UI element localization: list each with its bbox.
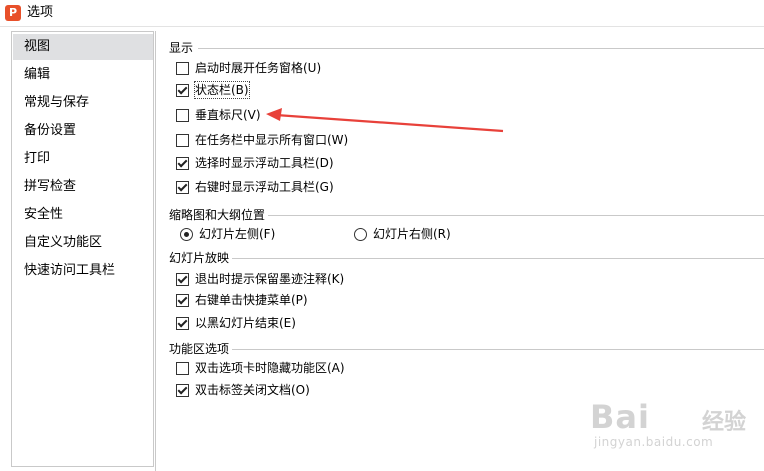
section-title-display: 显示 [169, 41, 194, 55]
sidebar-item-backup[interactable]: 备份设置 [13, 118, 153, 144]
option-label: 双击选项卡时隐藏功能区(A) [195, 361, 345, 375]
option-label: 启动时展开任务窗格(U) [195, 61, 322, 75]
sidebar-item-edit[interactable]: 编辑 [13, 62, 153, 88]
sidebar-item-customize-ribbon[interactable]: 自定义功能区 [13, 230, 153, 256]
title-bar: P 选项 [0, 0, 764, 27]
checkbox-hide-ribbon-double-click[interactable] [176, 362, 189, 375]
option-label: 在任务栏中显示所有窗口(W) [195, 133, 349, 147]
checkbox-floating-toolbar-rightclick[interactable] [176, 181, 189, 194]
checkbox-expand-task-pane[interactable] [176, 62, 189, 75]
section-title-ribbon: 功能区选项 [169, 342, 230, 356]
sidebar-item-spellcheck[interactable]: 拼写检查 [13, 174, 153, 200]
watermark-logo: Bai [590, 398, 650, 436]
baidu-jingyan-watermark: Bai 经验 jingyan.baidu.com [590, 398, 762, 458]
sidebar-item-quick-access-toolbar[interactable]: 快速访问工具栏 [13, 258, 153, 284]
radio-slide-right[interactable] [354, 228, 367, 241]
option-label: 右键时显示浮动工具栏(G) [195, 180, 334, 194]
option-label: 选择时显示浮动工具栏(D) [195, 156, 334, 170]
option-label: 以黑幻灯片结束(E) [195, 316, 296, 330]
option-label: 幻灯片左侧(F) [199, 227, 276, 241]
option-label: 幻灯片右侧(R) [373, 227, 451, 241]
checkbox-vertical-ruler[interactable] [176, 109, 189, 122]
option-label: 双击标签关闭文档(O) [195, 383, 310, 397]
option-label: 垂直标尺(V) [195, 108, 261, 122]
sidebar-item-print[interactable]: 打印 [13, 146, 153, 172]
options-sidebar: 视图 编辑 常规与保存 备份设置 打印 拼写检查 安全性 自定义功能区 快速访问… [11, 31, 154, 467]
option-label: 右键单击快捷菜单(P) [195, 293, 308, 307]
app-logo-icon: P [5, 5, 21, 21]
radio-slide-left[interactable] [180, 228, 193, 241]
checkbox-status-bar[interactable] [176, 84, 189, 97]
section-divider [268, 215, 764, 216]
checkbox-end-black-slide[interactable] [176, 317, 189, 330]
watermark-url: jingyan.baidu.com [594, 435, 714, 449]
section-title-slideshow: 幻灯片放映 [169, 251, 230, 265]
watermark-brand: 经验 [702, 410, 747, 435]
sidebar-item-view[interactable]: 视图 [13, 34, 153, 60]
checkbox-right-click-menu[interactable] [176, 294, 189, 307]
section-title-thumbnail: 缩略图和大纲位置 [169, 208, 266, 222]
checkbox-keep-ink-annotations[interactable] [176, 273, 189, 286]
section-divider [198, 48, 764, 49]
checkbox-close-doc-double-click[interactable] [176, 384, 189, 397]
section-divider [232, 258, 764, 259]
checkbox-floating-toolbar-select[interactable] [176, 157, 189, 170]
sidebar-item-general-save[interactable]: 常规与保存 [13, 90, 153, 116]
section-divider [232, 349, 764, 350]
window-title: 选项 [27, 5, 54, 20]
option-label: 退出时提示保留墨迹注释(K) [195, 272, 345, 286]
checkbox-show-all-windows-taskbar[interactable] [176, 134, 189, 147]
option-label: 状态栏(B) [194, 81, 250, 99]
sidebar-item-security[interactable]: 安全性 [13, 202, 153, 228]
